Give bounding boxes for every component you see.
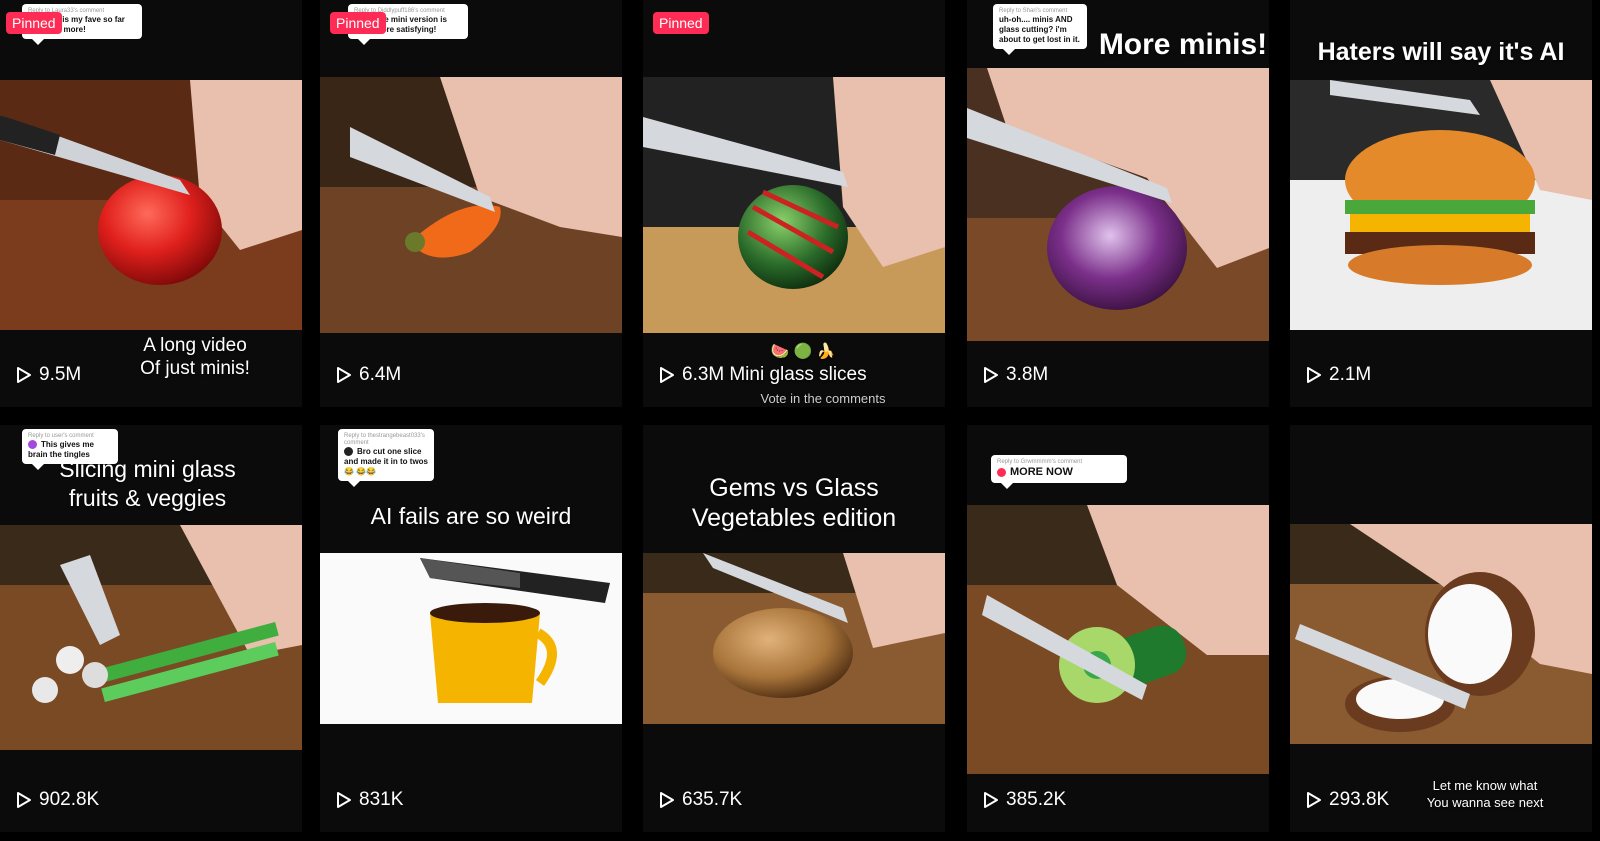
video-caption: Haters will say it's AI	[1317, 38, 1565, 66]
video-caption: Mini glass slices	[729, 364, 867, 385]
play-icon	[17, 792, 31, 808]
reply-label: Reply to Grwmmmm's comment	[997, 459, 1083, 465]
view-count-value: 6.4M	[359, 364, 402, 385]
view-count-value: 6.3M	[682, 364, 725, 385]
video-thumbnail-cucumber	[967, 505, 1269, 774]
view-count-value: 3.8M	[1006, 364, 1049, 385]
pinned-badge: Pinned	[330, 12, 386, 34]
view-count-value: 902.8K	[39, 789, 100, 810]
video-thumbnail-watermelon	[643, 77, 945, 333]
reply-label: Reply to Shari's comment	[999, 8, 1068, 14]
video-tile-8[interactable]: Gems vs Glass Vegetables edition 635.7K	[643, 425, 945, 832]
play-icon	[17, 367, 31, 383]
video-thumbnail-scallion	[0, 525, 302, 750]
play-icon	[1307, 792, 1321, 808]
video-thumbnail-tomato	[0, 80, 302, 330]
play-icon	[984, 792, 998, 808]
view-count: 831K	[336, 789, 403, 811]
view-count-value: 2.1M	[1329, 364, 1372, 385]
avatar	[344, 447, 353, 457]
video-tile-2[interactable]: Pinned Reply to Diddlypuff186's comment …	[320, 0, 622, 407]
comment-text: This gives me brain the tingles	[28, 440, 94, 459]
video-thumbnail-potato	[643, 553, 945, 724]
view-count: 2.1M	[1306, 364, 1371, 386]
play-icon	[337, 792, 351, 808]
view-count: 293.8K	[1306, 789, 1389, 811]
reply-comment-bubble: Reply to user's comment This gives me br…	[22, 429, 118, 470]
video-thumbnail-burger	[1290, 80, 1592, 330]
view-count: 635.7K	[659, 789, 742, 811]
view-count: 385.2K	[983, 789, 1066, 811]
view-count: 3.8M	[983, 364, 1048, 386]
view-count-value: 293.8K	[1329, 789, 1390, 810]
video-thumbnail-onion	[967, 68, 1269, 341]
video-tile-7[interactable]: Reply to thestrangebeast033's comment Br…	[320, 425, 622, 832]
reply-comment-bubble: Reply to Grwmmmm's comment MORE NOW	[991, 455, 1127, 489]
reply-label: Reply to thestrangebeast033's comment	[344, 433, 425, 446]
pinned-badge: Pinned	[653, 12, 709, 34]
avatar	[997, 467, 1006, 477]
reply-comment-bubble: Reply to Shari's comment uh-oh.... minis…	[993, 4, 1087, 55]
view-count: 6.3M	[659, 364, 724, 386]
view-count: 9.5M	[16, 364, 81, 386]
pinned-badge: Pinned	[6, 12, 62, 34]
video-tile-5[interactable]: Haters will say it's AI 2.1M	[1290, 0, 1592, 407]
video-tile-10[interactable]: Let me know what You wanna see next 293.…	[1290, 425, 1592, 832]
avatar	[28, 440, 37, 450]
video-caption: Gems vs Glass Vegetables edition	[691, 474, 897, 532]
comment-text: uh-oh.... minis AND glass cutting? i'm a…	[999, 15, 1080, 44]
comment-text: Bro cut one slice and made it in to twos…	[344, 447, 429, 476]
video-tile-6[interactable]: Reply to user's comment This gives me br…	[0, 425, 302, 832]
video-tile-4[interactable]: Reply to Shari's comment uh-oh.... minis…	[967, 0, 1269, 407]
video-tile-1[interactable]: Pinned Reply to Laura33's comment Oh. Th…	[0, 0, 302, 407]
view-count: 6.4M	[336, 364, 401, 386]
view-count-value: 635.7K	[682, 789, 743, 810]
reply-comment-bubble: Reply to thestrangebeast033's comment Br…	[338, 429, 434, 487]
video-caption: Let me know what You wanna see next	[1426, 778, 1544, 810]
video-tile-3[interactable]: Pinned 🍉 🟢 🍌 Mini glass slices Vote in t…	[643, 0, 945, 407]
video-subcaption: Vote in the comments	[760, 391, 886, 406]
video-caption: More minis!	[1098, 28, 1268, 61]
play-icon	[337, 367, 351, 383]
comment-text: MORE NOW	[1010, 466, 1073, 478]
play-icon	[984, 367, 998, 383]
play-icon	[1307, 367, 1321, 383]
view-count-value: 385.2K	[1006, 789, 1067, 810]
video-caption: A long video Of just minis!	[140, 335, 250, 379]
play-icon	[660, 792, 674, 808]
video-thumbnail-mug	[320, 553, 622, 724]
reply-label: Reply to user's comment	[28, 433, 94, 439]
play-icon	[660, 367, 674, 383]
view-count-value: 831K	[359, 789, 404, 810]
video-tile-9[interactable]: Reply to Grwmmmm's comment MORE NOW 385.…	[967, 425, 1269, 832]
video-thumbnail-carrot	[320, 77, 622, 333]
video-caption: AI fails are so weird	[370, 503, 572, 529]
video-thumbnail-coconut	[1290, 524, 1592, 744]
view-count-value: 9.5M	[39, 364, 82, 385]
view-count: 902.8K	[16, 789, 99, 811]
caption-emojis: 🍉 🟢 🍌	[770, 343, 836, 360]
